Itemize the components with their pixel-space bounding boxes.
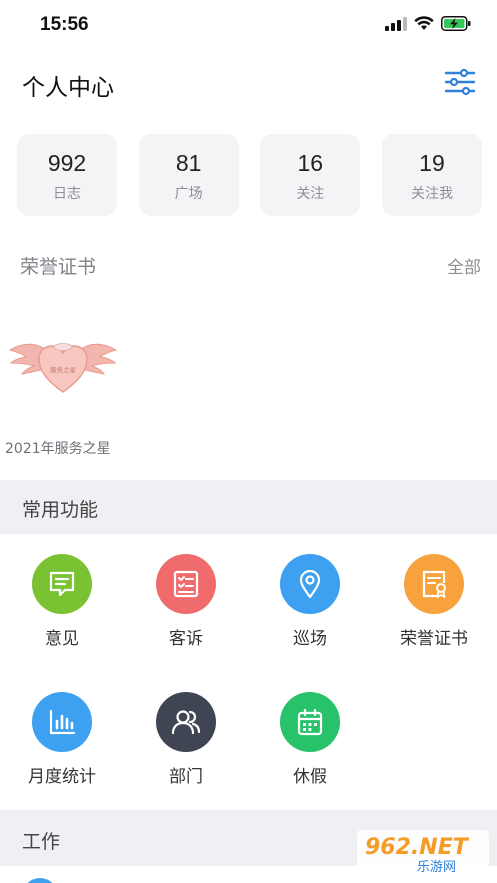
func-item-monthly-stats[interactable]: 月度统计: [0, 672, 124, 792]
svg-text:962.NET: 962.NET: [365, 835, 470, 860]
stat-card-square[interactable]: 81 广场: [138, 134, 239, 216]
honor-section-title: 荣誉证书: [20, 256, 97, 278]
func-item-department[interactable]: 部门: [124, 672, 248, 792]
func-icon-circle: [280, 554, 340, 614]
section-title: 工作: [22, 831, 61, 853]
stat-value: 19: [419, 150, 445, 176]
winged-heart-badge-icon: 服务之星: [8, 343, 118, 393]
func-label: 客诉: [169, 629, 203, 649]
status-bar: 15:56: [0, 0, 497, 50]
section-title: 常用功能: [22, 499, 99, 521]
work-item-icon[interactable]: [22, 878, 58, 883]
honor-badge[interactable]: 服务之星: [8, 330, 118, 400]
func-icon-circle: [32, 554, 92, 614]
badge-caption: 2021年服务之星: [5, 441, 111, 457]
site-logo-icon: 962.NET 乐游网: [357, 830, 489, 875]
func-label: 荣誉证书: [400, 629, 468, 649]
func-label: 意见: [45, 629, 79, 649]
users-icon: [171, 710, 201, 735]
badge-inner-text: 服务之星: [50, 365, 77, 374]
func-icon-circle: [156, 554, 216, 614]
bar-chart-icon: [49, 709, 76, 735]
view-all-link[interactable]: 全部: [447, 253, 481, 278]
page-title: 个人中心: [22, 75, 114, 101]
watermark-logo: 962.NET 乐游网: [357, 828, 489, 876]
func-icon-circle: [32, 692, 92, 752]
func-item-feedback[interactable]: 意见: [0, 534, 124, 654]
svg-text:乐游网: 乐游网: [417, 860, 456, 875]
sliders-icon: [444, 68, 476, 96]
cellular-signal-icon: [385, 16, 407, 31]
func-label: 休假: [293, 767, 327, 787]
func-label: 部门: [169, 767, 203, 787]
wifi-icon: [414, 16, 434, 30]
stat-label: 关注我: [410, 186, 453, 202]
stat-value: 992: [47, 150, 87, 176]
func-item-leave[interactable]: 休假: [248, 672, 372, 792]
func-item-complaint[interactable]: 客诉: [124, 534, 248, 654]
certificate-icon: [422, 570, 446, 598]
common-functions-header: 常用功能: [0, 480, 497, 534]
stat-label: 广场: [174, 186, 203, 202]
calendar-icon: [297, 708, 323, 736]
func-item-certificates[interactable]: 荣誉证书: [372, 534, 496, 654]
checklist-icon: [173, 570, 199, 598]
stat-value: 16: [297, 150, 324, 176]
honor-section-header: 荣誉证书 全部: [0, 250, 497, 280]
stats-row: 992 日志 81 广场 16 关注 19 关注我: [17, 134, 482, 216]
location-pin-icon: [299, 569, 321, 599]
stat-label: 关注: [296, 186, 325, 202]
filter-settings-button[interactable]: [444, 68, 476, 96]
func-label: 月度统计: [28, 767, 96, 787]
func-label: 巡场: [293, 629, 327, 649]
stat-value: 81: [175, 150, 202, 176]
func-item-patrol[interactable]: 巡场: [248, 534, 372, 654]
stat-label: 日志: [53, 186, 81, 202]
status-icons: [385, 16, 471, 31]
header: 个人中心: [0, 56, 497, 108]
stat-card-followers[interactable]: 19 关注我: [381, 134, 482, 216]
func-icon-circle: [280, 692, 340, 752]
stat-card-logs[interactable]: 992 日志: [17, 134, 117, 216]
func-icon-circle: [156, 692, 216, 752]
stat-card-following[interactable]: 16 关注: [260, 134, 361, 216]
function-grid: 意见 客诉 巡场 荣誉证书 月度统计 部门 休假: [0, 534, 497, 810]
battery-charging-icon: [441, 16, 471, 31]
message-icon: [49, 571, 75, 597]
status-time: 15:56: [40, 14, 89, 35]
func-icon-circle: [404, 554, 464, 614]
